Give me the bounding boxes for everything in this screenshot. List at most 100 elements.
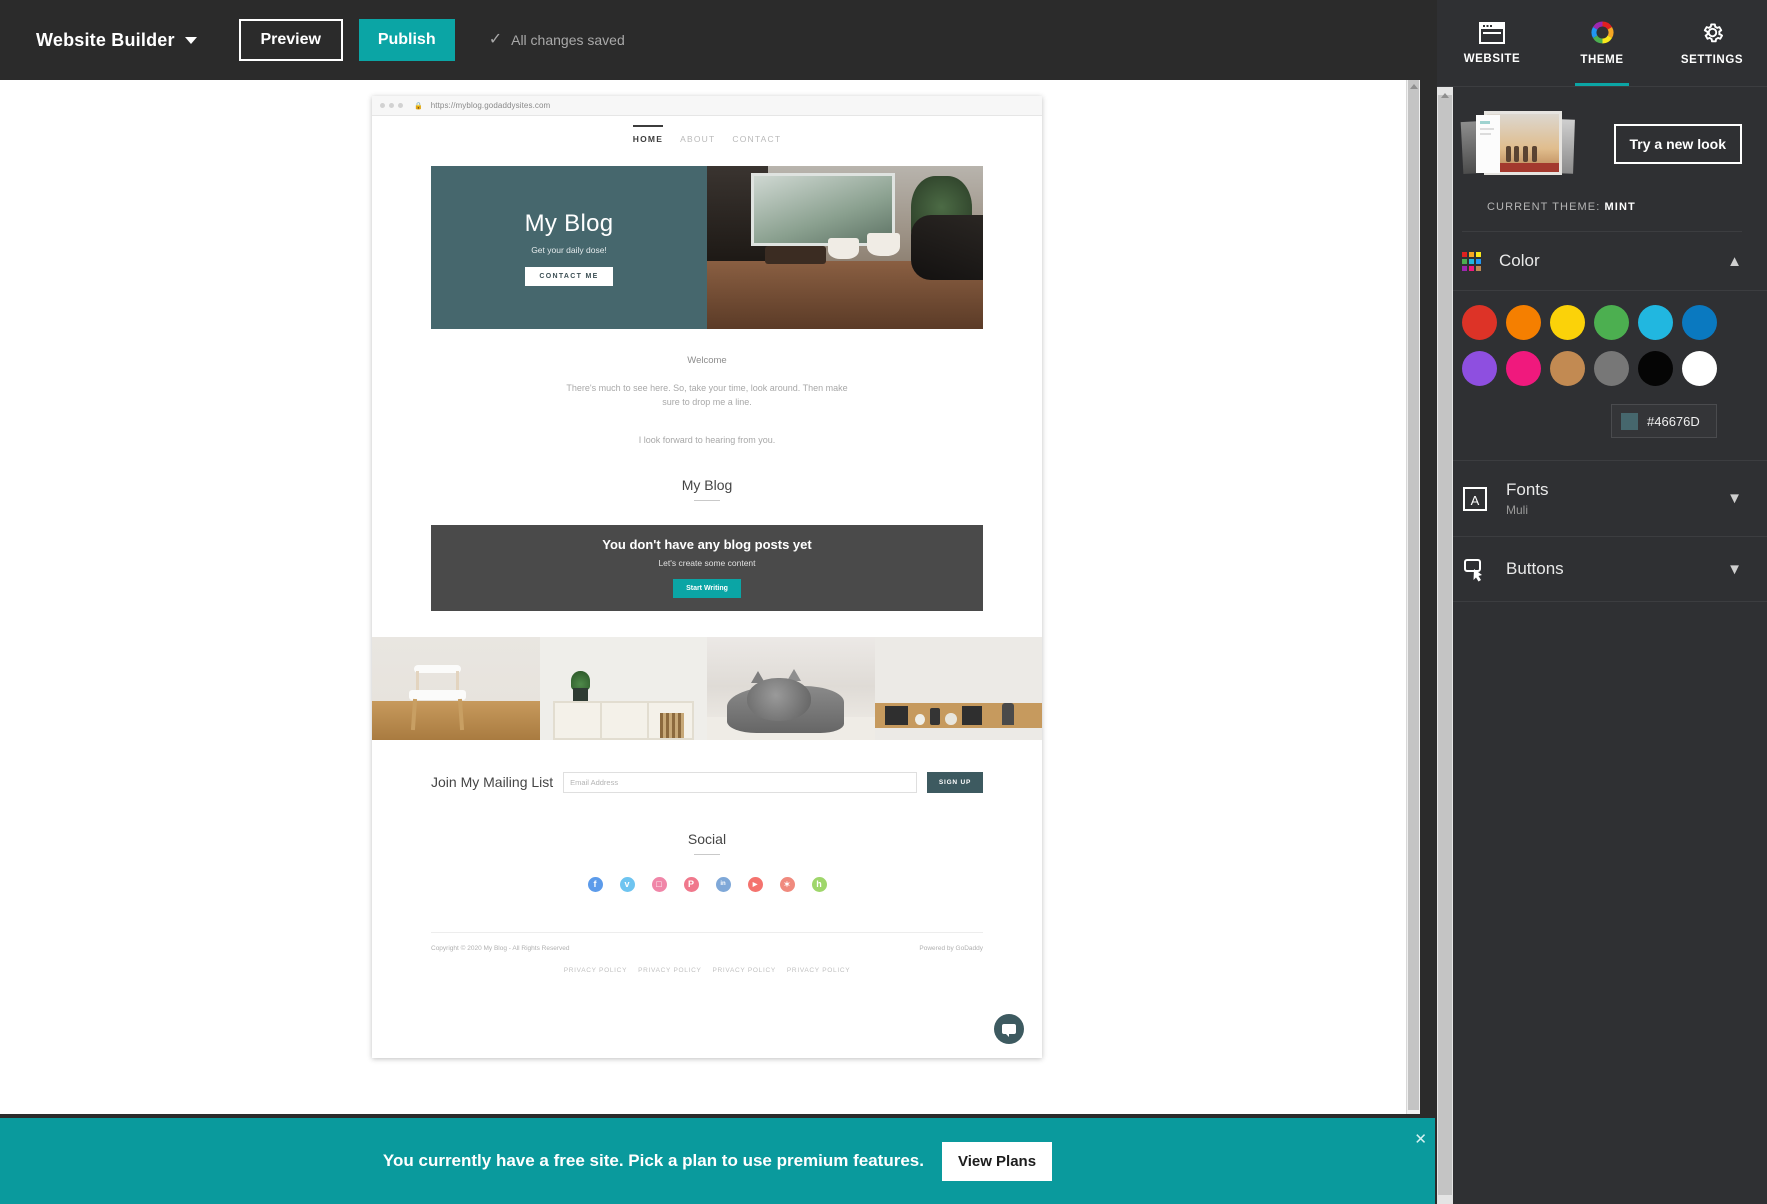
swatch-black[interactable]	[1638, 351, 1673, 386]
swatch-pink[interactable]	[1506, 351, 1541, 386]
swatch-tan[interactable]	[1550, 351, 1585, 386]
cat-head	[747, 678, 811, 722]
instagram-icon[interactable]: □	[651, 876, 667, 892]
mailing-list-section: Join My Mailing List SIGN UP	[372, 771, 1042, 793]
privacy-policy-link[interactable]: PRIVACY POLICY	[638, 967, 701, 974]
tab-theme[interactable]: THEME	[1547, 0, 1657, 86]
social-heading: Social	[687, 830, 727, 847]
linkedin-icon[interactable]: in	[715, 876, 731, 892]
swatch-red[interactable]	[1462, 305, 1497, 340]
shelf-cubby	[884, 705, 908, 726]
blog-section-header: My Blog	[372, 477, 1042, 501]
swatch-white[interactable]	[1682, 351, 1717, 386]
shelf-divider	[646, 700, 649, 740]
panel-scrollbar[interactable]	[1437, 87, 1453, 1204]
close-icon[interactable]: ✕	[1414, 1130, 1427, 1148]
swatch-blue[interactable]	[1682, 305, 1717, 340]
shelf-cubby	[961, 705, 982, 726]
chat-button[interactable]	[994, 1014, 1024, 1044]
gallery-image-wood-shelf[interactable]	[874, 636, 1042, 740]
blog-empty-subtitle: Let's create some content	[658, 558, 756, 569]
pinterest-icon[interactable]: P	[683, 876, 699, 892]
brand-menu[interactable]: Website Builder	[36, 30, 197, 51]
hero-contact-button[interactable]: CONTACT ME	[525, 266, 613, 286]
window-dot	[398, 103, 403, 108]
try-a-new-look-button[interactable]: Try a new look	[1613, 124, 1742, 164]
hero-photo-arm	[911, 214, 983, 281]
selected-color-chip	[1621, 412, 1638, 430]
email-input[interactable]	[563, 771, 917, 793]
save-status: ✓ All changes saved	[489, 32, 625, 49]
nav-item-about[interactable]: ABOUT	[680, 134, 715, 144]
section-header-color[interactable]: Color ▲	[1437, 232, 1767, 290]
swatch-yellow[interactable]	[1550, 305, 1585, 340]
chair-leg	[411, 698, 418, 730]
site-preview-frame: 🔒 https://myblog.godaddysites.com HOME A…	[372, 96, 1042, 1058]
theme-card-line	[1480, 128, 1494, 130]
preview-button[interactable]: Preview	[238, 19, 343, 61]
chat-bubble-icon	[1002, 1024, 1016, 1037]
image-gallery	[372, 636, 1042, 740]
current-theme-label: CURRENT THEME: MINT	[1487, 201, 1717, 213]
section-color-title: Color	[1499, 251, 1540, 270]
yelp-icon[interactable]: ✶	[779, 876, 795, 892]
canvas-scrollbar-thumb[interactable]	[1408, 80, 1419, 1110]
browser-window-icon	[1479, 21, 1505, 44]
selected-color-hex-box[interactable]: #46676D	[1611, 404, 1717, 438]
publish-button[interactable]: Publish	[358, 19, 455, 61]
chevron-up-icon[interactable]: ▲	[1727, 253, 1742, 270]
swatch-green[interactable]	[1594, 305, 1629, 340]
privacy-policy-link[interactable]: PRIVACY POLICY	[564, 967, 627, 974]
nav-item-home[interactable]: HOME	[632, 125, 664, 144]
chevron-down-icon[interactable]: ▼	[1727, 561, 1742, 578]
youtube-icon[interactable]: ▶	[747, 876, 763, 892]
svg-text:A: A	[1471, 493, 1480, 508]
right-side-panel: WEBSITE THEME SETTINGS Try a new look CU…	[1437, 0, 1767, 1204]
privacy-policy-link[interactable]: PRIVACY POLICY	[787, 967, 850, 974]
houzz-icon[interactable]: h	[811, 876, 827, 892]
canvas-scrollbar[interactable]	[1406, 80, 1420, 1118]
sign-up-button[interactable]: SIGN UP	[927, 771, 983, 793]
decor-ball	[944, 713, 957, 726]
section-header-buttons[interactable]: Buttons ▼	[1437, 537, 1767, 601]
swatch-cyan[interactable]	[1638, 305, 1673, 340]
start-writing-button[interactable]: Start Writing	[673, 579, 741, 599]
brand-label: Website Builder	[36, 29, 175, 50]
section-header-fonts[interactable]: A Fonts Muli ▼	[1437, 461, 1767, 536]
swatch-grey[interactable]	[1594, 351, 1629, 386]
website-builder-app: Website Builder Preview Publish ✓ All ch…	[0, 0, 1767, 1204]
blog-heading: My Blog	[681, 476, 733, 493]
tab-website[interactable]: WEBSITE	[1437, 0, 1547, 86]
footer-links: PRIVACY POLICY PRIVACY POLICY PRIVACY PO…	[372, 967, 1042, 974]
tab-settings[interactable]: SETTINGS	[1657, 0, 1767, 86]
section-buttons-titles: Buttons	[1506, 559, 1709, 579]
scroll-up-arrow-icon[interactable]	[1441, 93, 1449, 98]
welcome-line-2: sure to drop me a line.	[662, 396, 752, 407]
color-swatch-grid: #46676D	[1437, 291, 1767, 438]
current-theme-name: MINT	[1604, 201, 1636, 213]
panel-scrollbar-thumb[interactable]	[1438, 95, 1452, 1195]
gallery-image-chair[interactable]	[372, 636, 540, 740]
swatch-orange[interactable]	[1506, 305, 1541, 340]
scroll-up-arrow-icon[interactable]	[1410, 84, 1418, 89]
facebook-icon[interactable]: f	[587, 876, 603, 892]
hero-photo-plate	[764, 245, 826, 264]
gallery-image-kitten[interactable]	[707, 636, 875, 740]
privacy-policy-link[interactable]: PRIVACY POLICY	[713, 967, 776, 974]
theme-photo-figure	[1523, 145, 1528, 162]
welcome-line-3: I look forward to hearing from you.	[638, 434, 776, 445]
window-dot	[389, 103, 394, 108]
chevron-down-icon[interactable]: ▼	[1727, 490, 1742, 507]
view-plans-button[interactable]: View Plans	[941, 1141, 1053, 1181]
current-theme-prefix: CURRENT THEME:	[1487, 201, 1601, 213]
nav-item-contact[interactable]: CONTACT	[732, 134, 781, 144]
swatch-purple[interactable]	[1462, 351, 1497, 386]
twitter-icon[interactable]: ᴠ	[619, 876, 635, 892]
gear-icon	[1703, 23, 1723, 43]
gallery-image-shelf-plant[interactable]	[539, 636, 707, 740]
welcome-section: Welcome There's much to see here. So, ta…	[372, 329, 1042, 445]
hero-text-panel: My Blog Get your daily dose! CONTACT ME	[431, 166, 707, 329]
theme-row: Try a new look	[1460, 109, 1742, 179]
theme-photo-figure	[1514, 145, 1520, 162]
chair-back	[413, 664, 461, 673]
